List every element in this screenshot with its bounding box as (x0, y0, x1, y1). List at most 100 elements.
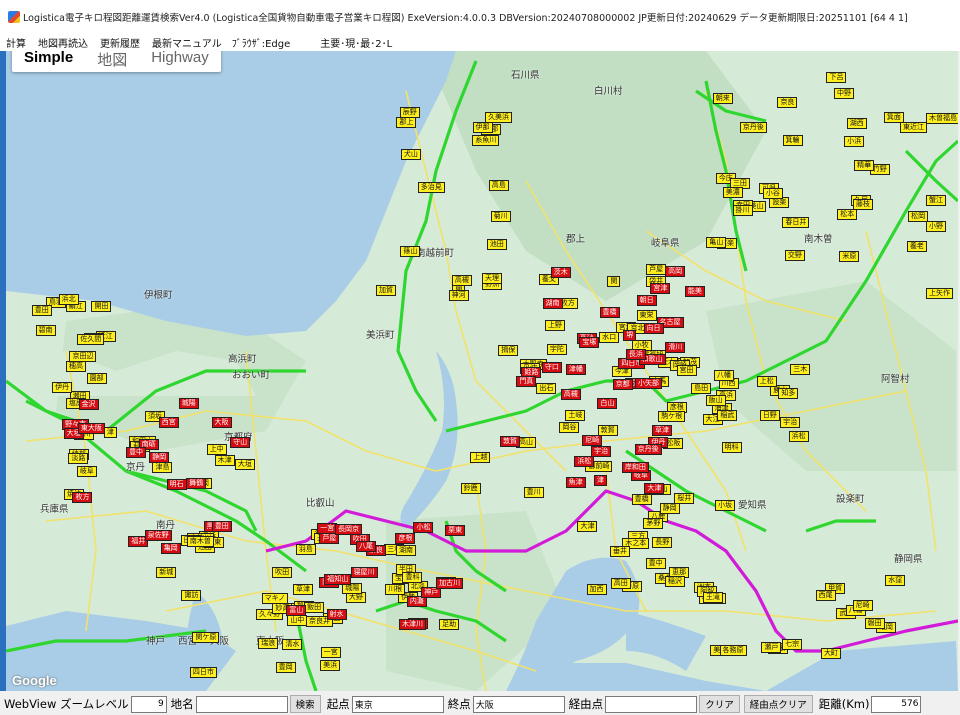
map-marker-yellow[interactable]: 大町 (820, 648, 841, 660)
map-marker-yellow[interactable]: 羽島 (295, 544, 316, 555)
map-marker-yellow[interactable]: 揖保 (498, 345, 519, 357)
map-type-highway[interactable]: Highway (139, 51, 221, 72)
map-marker-yellow[interactable]: 七宗 (782, 639, 803, 651)
map-marker-yellow[interactable]: 上越 (470, 451, 491, 463)
map-marker-yellow[interactable]: 上松 (756, 376, 777, 388)
map-marker-red[interactable]: 静岡 (149, 452, 170, 464)
map-marker-yellow[interactable]: 美濃 (722, 187, 743, 199)
map-marker-yellow[interactable]: 小野 (926, 220, 946, 232)
map-marker-red[interactable]: 岸和田 (621, 462, 649, 474)
map-marker-yellow[interactable]: 湖西 (846, 117, 867, 129)
map-marker-yellow[interactable]: 碧南 (35, 324, 56, 336)
map-marker-yellow[interactable]: 茅野 (643, 518, 664, 530)
map-marker-yellow[interactable]: 池田 (486, 238, 507, 250)
map-marker-yellow[interactable]: 春日井 (782, 216, 810, 228)
map-marker-yellow[interactable]: 藤枝 (852, 198, 873, 210)
map-marker-yellow[interactable]: 岐阜 (76, 466, 97, 478)
map-marker-red[interactable]: 泉佐野 (144, 529, 172, 541)
map-view[interactable]: Simple 地図 Highway 石川県白川村岐阜県南越前町伊根町おおい町京都… (6, 51, 958, 691)
map-marker-yellow[interactable]: 明科 (721, 441, 742, 453)
map-marker-yellow[interactable]: 掛川 (732, 205, 753, 217)
map-marker-red[interactable]: 宮津 (650, 283, 671, 295)
map-marker-red[interactable]: 宝塚 (579, 337, 600, 349)
map-marker-yellow[interactable]: 津 (103, 426, 117, 438)
map-marker-yellow[interactable]: 大津 (577, 520, 598, 532)
map-marker-red[interactable]: 西宮 (158, 416, 179, 428)
map-marker-red[interactable]: 守山 (230, 437, 251, 449)
map-marker-yellow[interactable]: 敦賀 (597, 424, 618, 436)
map-marker-red[interactable]: 門真 (516, 375, 537, 387)
map-marker-red[interactable]: 栗東 (445, 524, 466, 536)
map-marker-yellow[interactable]: 瀬戸 (761, 641, 782, 653)
map-marker-yellow[interactable]: 犬山 (400, 148, 421, 160)
map-marker-yellow[interactable]: 松本 (837, 209, 858, 221)
map-marker-yellow[interactable]: 王滝 (702, 591, 723, 603)
map-marker-yellow[interactable]: 川根 (385, 583, 406, 595)
map-marker-yellow[interactable]: 飯山 (705, 395, 726, 407)
map-marker-red[interactable]: 京都 (612, 379, 633, 391)
map-marker-yellow[interactable]: 浜北 (58, 293, 79, 305)
map-marker-yellow[interactable]: 垂井 (610, 545, 631, 557)
map-marker-yellow[interactable]: 京丹後 (739, 121, 767, 133)
map-marker-yellow[interactable]: 三木 (790, 363, 811, 375)
map-marker-yellow[interactable]: 木曽福島 (926, 112, 958, 124)
map-marker-yellow[interactable]: 新城 (156, 566, 177, 578)
map-marker-red[interactable]: 富山 (286, 604, 307, 616)
map-marker-red[interactable]: 豊橋 (599, 307, 620, 319)
map-marker-yellow[interactable]: 小坂 (715, 500, 736, 512)
map-marker-yellow[interactable]: 蟹江 (926, 194, 946, 206)
map-marker-yellow[interactable]: 稲沢 (664, 576, 685, 588)
map-marker-yellow[interactable]: 浜松 (788, 430, 809, 442)
map-marker-red[interactable]: 向日 (643, 322, 664, 334)
map-marker-yellow[interactable]: 箕面 (883, 112, 904, 124)
map-marker-red[interactable]: 白山 (597, 397, 618, 409)
map-marker-yellow[interactable]: 上中 (206, 444, 227, 456)
map-marker-yellow[interactable]: 一宮 (320, 647, 341, 659)
map-marker-yellow[interactable]: 長野 (652, 537, 673, 549)
map-marker-yellow[interactable]: 八幡 (713, 370, 734, 382)
map-marker-yellow[interactable]: 豊川 (523, 486, 544, 498)
map-marker-red[interactable]: 草津 (652, 425, 673, 437)
map-marker-yellow[interactable]: 関 (607, 275, 621, 287)
map-marker-yellow[interactable]: 木津 (214, 454, 235, 466)
map-marker-yellow[interactable]: 高槻 (451, 275, 472, 287)
map-marker-red[interactable]: 滑川 (665, 342, 686, 354)
map-marker-red[interactable]: 舞鶴 (186, 478, 207, 490)
map-marker-yellow[interactable]: 小谷 (762, 187, 783, 199)
zoom-level-input[interactable] (130, 695, 167, 713)
map-marker-yellow[interactable]: 豊田 (31, 305, 52, 317)
map-marker-yellow[interactable]: 吹田 (272, 567, 293, 579)
map-marker-yellow[interactable]: 加西 (586, 583, 607, 595)
map-marker-red[interactable]: 亀岡 (160, 543, 181, 555)
start-point-input[interactable] (351, 695, 444, 713)
map-marker-red[interactable]: 浜松 (574, 456, 595, 468)
map-marker-red[interactable]: 守口 (541, 361, 562, 373)
map-marker-red[interactable]: 津 (593, 474, 607, 486)
map-marker-yellow[interactable]: 辰野 (399, 106, 420, 118)
map-marker-yellow[interactable]: 東近江 (900, 121, 928, 133)
map-marker-yellow[interactable]: 下呂 (826, 72, 847, 84)
map-marker-red[interactable]: 彦根 (395, 533, 416, 545)
map-marker-yellow[interactable]: 大垣 (234, 458, 255, 470)
map-marker-yellow[interactable]: 尼崎 (852, 599, 873, 611)
map-type-simple[interactable]: Simple (12, 51, 85, 72)
map-marker-yellow[interactable]: 美浜 (320, 660, 341, 671)
menu-reload-map[interactable]: 地図再読込 (38, 35, 88, 50)
map-marker-red[interactable]: 木津川 (399, 619, 426, 631)
search-button[interactable]: 検索 (289, 695, 321, 713)
map-marker-yellow[interactable]: 米原 (839, 251, 860, 263)
map-marker-red[interactable]: 敦賀 (500, 436, 521, 448)
map-marker-red[interactable]: 豊中 (126, 446, 147, 458)
map-marker-yellow[interactable]: 日野 (759, 409, 780, 421)
via-point-input[interactable] (605, 695, 698, 713)
map-marker-red[interactable]: 高岡 (665, 266, 686, 278)
map-marker-yellow[interactable]: 磐田 (864, 618, 885, 630)
map-marker-yellow[interactable]: 豊中 (645, 557, 666, 569)
map-marker-red[interactable]: 大津 (644, 482, 665, 494)
map-marker-yellow[interactable]: 多治見 (417, 182, 445, 194)
menu-calculate[interactable]: 計算 (6, 35, 26, 50)
map-marker-yellow[interactable]: 上矢作 (926, 288, 953, 300)
map-type-map[interactable]: 地図 (85, 51, 139, 72)
map-marker-red[interactable]: 大阪 (211, 417, 232, 429)
map-marker-yellow[interactable]: 知多 (778, 388, 799, 400)
